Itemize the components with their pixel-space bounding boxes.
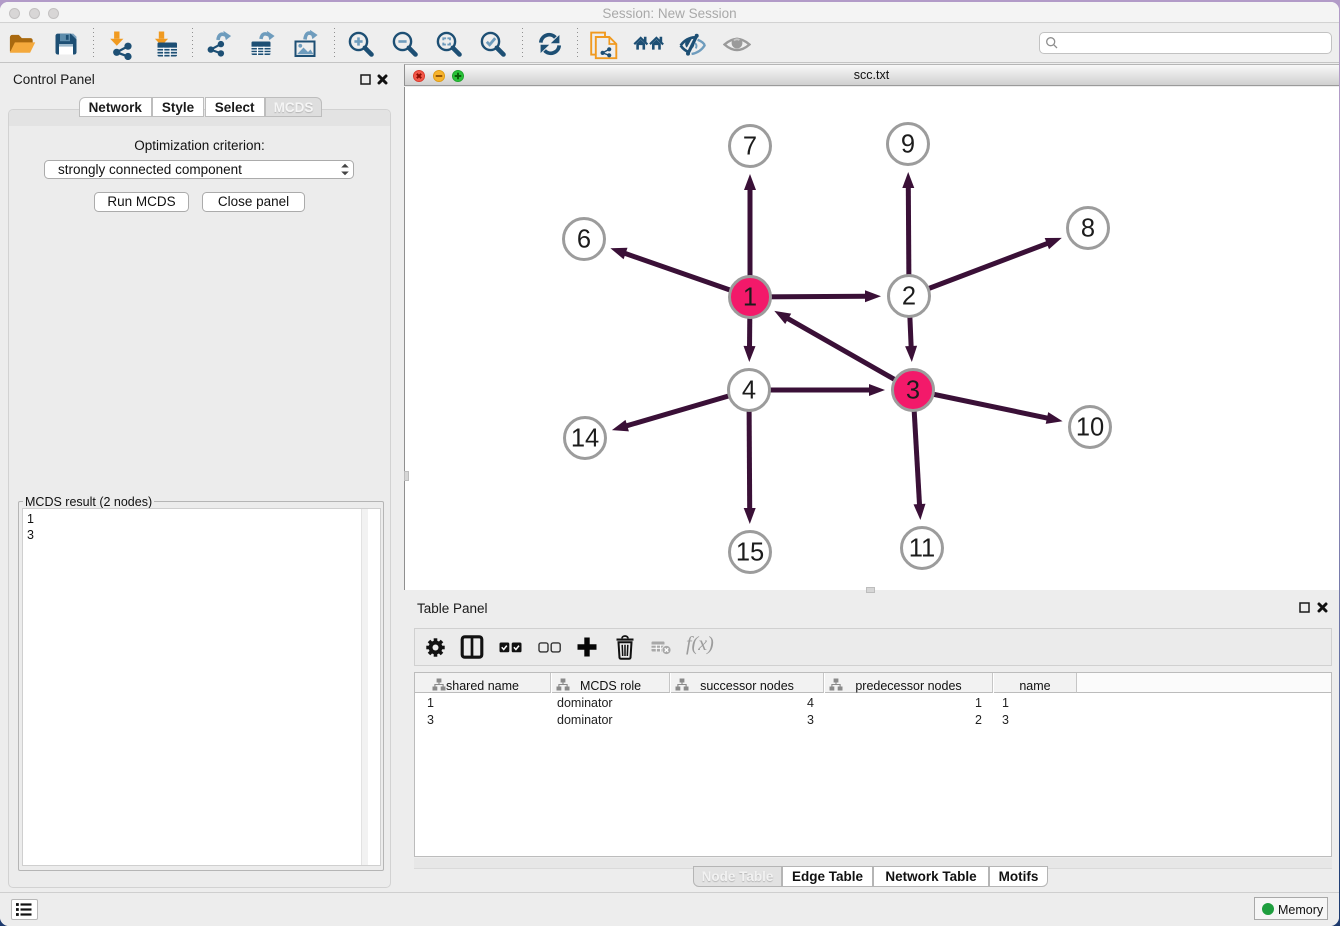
svg-text:11: 11 — [909, 535, 935, 563]
svg-text:1: 1 — [743, 284, 757, 312]
svg-text:7: 7 — [743, 133, 757, 161]
svg-text:15: 15 — [736, 539, 764, 567]
svg-text:10: 10 — [1076, 414, 1104, 442]
svg-text:3: 3 — [906, 377, 920, 405]
svg-text:9: 9 — [901, 131, 915, 159]
svg-text:6: 6 — [577, 226, 591, 254]
svg-text:14: 14 — [571, 425, 599, 453]
svg-text:8: 8 — [1081, 215, 1095, 243]
svg-text:2: 2 — [902, 283, 916, 311]
svg-text:4: 4 — [742, 377, 756, 405]
